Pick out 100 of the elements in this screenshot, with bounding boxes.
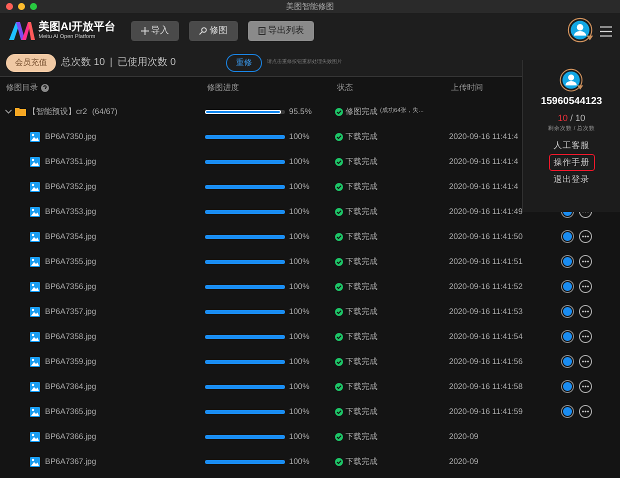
status-text: 下载完成 (346, 430, 378, 442)
file-name: BP6A7359.jpg (45, 356, 96, 368)
folder-count: (64/67) (92, 106, 118, 118)
upload-time: 2020-09-16 11:41:52 (449, 280, 523, 292)
menu-item[interactable]: 人工客服 (550, 138, 594, 153)
check-icon (335, 432, 343, 440)
file-name: BP6A7355.jpg (45, 256, 96, 268)
status-text: 下载完成 (346, 380, 378, 392)
import-button[interactable]: 导入 (130, 21, 179, 41)
image-file-icon (30, 206, 40, 216)
check-icon (335, 258, 343, 266)
progress-percent: 100% (289, 356, 310, 368)
remaining-count: 10 (558, 112, 568, 124)
check-icon (335, 282, 343, 290)
check-icon (335, 208, 343, 216)
plus-icon (140, 27, 148, 35)
separator-text: / (570, 112, 573, 124)
more-icon[interactable] (579, 305, 592, 318)
retouch-action-icon[interactable] (561, 255, 574, 268)
phone-number: 15960544123 (540, 95, 604, 109)
status-text: 修图完成 (346, 106, 378, 118)
file-name: BP6A7356.jpg (45, 280, 96, 292)
image-file-icon (30, 306, 40, 316)
file-name: BP6A7365.jpg (45, 406, 96, 418)
status-text: 下载完成 (346, 306, 378, 318)
status-text: 下载完成 (346, 330, 378, 342)
retouch-button[interactable]: 修图 (189, 21, 238, 41)
image-file-icon (30, 456, 40, 466)
image-file-icon (30, 282, 40, 292)
document-icon (258, 27, 266, 35)
check-icon (335, 458, 343, 466)
logo-icon (8, 21, 36, 41)
retouch-action-icon[interactable] (561, 355, 574, 368)
menu-item[interactable]: 退出登录 (550, 172, 594, 186)
progress-percent: 100% (289, 406, 310, 418)
image-file-icon (30, 156, 40, 166)
retouch-action-icon[interactable] (561, 230, 574, 243)
progress-percent: 100% (289, 230, 310, 242)
progress-percent: 100% (289, 130, 310, 142)
status-text: 下载完成 (346, 230, 378, 242)
progress-percent: 100% (289, 156, 310, 168)
more-icon[interactable] (579, 405, 592, 418)
used-count: 已使用次数 0 (118, 56, 176, 70)
recharge-button[interactable]: 会员充值 (6, 54, 56, 72)
separator-text: | (110, 56, 113, 70)
chevron-down-icon[interactable] (5, 108, 12, 115)
status-text: 下载完成 (346, 456, 378, 468)
total-count: 总次数 10 (61, 56, 105, 70)
help-icon[interactable] (40, 84, 48, 92)
status-text: 下载完成 (346, 180, 378, 192)
upload-time: 2020-09 (449, 456, 478, 468)
more-icon[interactable] (579, 330, 592, 343)
more-icon[interactable] (579, 255, 592, 268)
file-name: BP6A7366.jpg (45, 430, 96, 442)
status-text: 下载完成 (346, 206, 378, 218)
more-icon[interactable] (579, 380, 592, 393)
more-icon[interactable] (579, 230, 592, 243)
more-icon[interactable] (579, 280, 592, 293)
check-icon (335, 232, 343, 240)
upload-time: 2020-09-16 11:41:49 (449, 206, 523, 218)
retry-button[interactable]: 重修 (226, 54, 262, 72)
status-text: 下载完成 (346, 356, 378, 368)
file-name: BP6A7358.jpg (45, 330, 96, 342)
upload-time: 2020-09-16 11:41:4 (449, 130, 518, 142)
check-icon (335, 382, 343, 390)
image-file-icon (30, 356, 40, 366)
progress-percent: 95.5% (289, 106, 312, 118)
export-list-button[interactable]: 导出列表 (248, 21, 314, 41)
retouch-action-icon[interactable] (561, 405, 574, 418)
menu-icon[interactable] (600, 26, 612, 36)
file-name: BP6A7364.jpg (45, 380, 96, 392)
progress-percent: 100% (289, 456, 310, 468)
column-header: 修图进度 (207, 82, 239, 94)
status-text: 下载完成 (346, 130, 378, 142)
column-header: 状态 (337, 82, 353, 94)
status-text: 下载完成 (346, 280, 378, 292)
retouch-action-icon[interactable] (561, 330, 574, 343)
avatar-icon[interactable] (567, 17, 595, 45)
retouch-action-icon[interactable] (561, 305, 574, 318)
retouch-action-icon[interactable] (561, 280, 574, 293)
column-header: 修图目录 (6, 82, 38, 94)
more-icon[interactable] (579, 355, 592, 368)
upload-time: 2020-09-16 11:41:58 (449, 380, 523, 392)
progress-percent: 100% (289, 330, 310, 342)
image-file-icon (30, 382, 40, 392)
folder-name: 【智能预设】cr2 (28, 106, 88, 118)
upload-time: 2020-09-16 11:41:4 (449, 156, 518, 168)
file-name: BP6A7350.jpg (45, 130, 96, 142)
file-name: BP6A7367.jpg (45, 456, 96, 468)
check-icon (335, 308, 343, 316)
folder-icon (14, 107, 26, 116)
status-text: 下载完成 (346, 156, 378, 168)
avatar-icon[interactable] (558, 68, 584, 94)
image-file-icon (30, 256, 40, 266)
search-icon (199, 27, 207, 35)
progress-percent: 100% (289, 380, 310, 392)
retouch-action-icon[interactable] (561, 380, 574, 393)
menu-item[interactable]: 操作手册 (548, 154, 594, 171)
file-name: BP6A7352.jpg (45, 180, 96, 192)
total-count: 10 (575, 112, 586, 124)
